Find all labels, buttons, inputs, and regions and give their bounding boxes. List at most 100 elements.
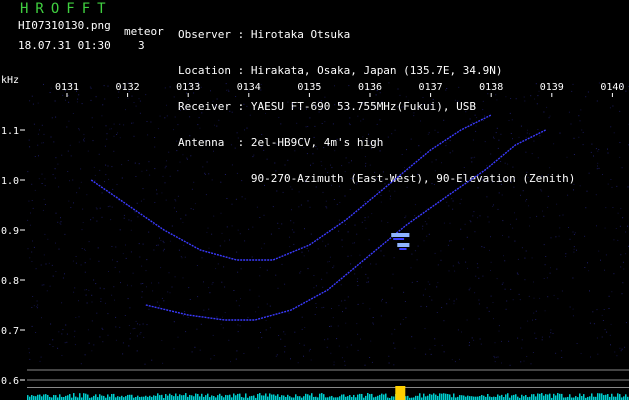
noise-pixel <box>555 352 557 354</box>
noise-pixel <box>46 290 48 292</box>
noise-pixel <box>468 289 470 291</box>
noise-pixel <box>136 335 138 337</box>
noise-pixel <box>203 281 204 283</box>
noise-pixel <box>292 103 293 105</box>
noise-pixel <box>344 299 346 301</box>
noise-pixel <box>52 174 54 175</box>
noise-pixel <box>298 107 300 109</box>
noise-pixel <box>393 364 395 366</box>
noise-pixel <box>616 355 618 357</box>
noise-pixel <box>371 361 373 363</box>
amplitude-bar <box>361 393 363 400</box>
noise-pixel <box>251 256 253 258</box>
noise-pixel <box>229 110 231 112</box>
noise-pixel <box>373 323 374 325</box>
noise-pixel <box>368 239 370 241</box>
amplitude-bar <box>469 396 471 400</box>
noise-pixel <box>104 181 105 183</box>
amplitude-bar <box>103 395 105 400</box>
noise-pixel <box>244 240 246 242</box>
noise-pixel <box>54 100 56 102</box>
amplitude-bar <box>623 396 625 400</box>
noise-pixel <box>64 273 65 275</box>
noise-pixel <box>175 200 177 202</box>
noise-pixel <box>307 268 309 270</box>
amplitude-bar <box>379 394 381 400</box>
amplitude-bar <box>393 396 395 400</box>
amplitude-bar <box>165 394 167 400</box>
noise-pixel <box>171 225 173 227</box>
noise-pixel <box>356 175 358 177</box>
noise-pixel <box>350 344 352 346</box>
amplitude-bar <box>439 393 441 400</box>
noise-pixel <box>64 233 66 235</box>
noise-pixel <box>315 303 317 304</box>
noise-pixel <box>365 227 367 229</box>
noise-pixel <box>134 162 136 164</box>
amplitude-bar <box>67 395 69 400</box>
noise-pixel <box>205 194 207 196</box>
noise-pixel <box>377 141 379 143</box>
noise-pixel <box>557 298 559 300</box>
noise-pixel <box>137 323 138 325</box>
noise-pixel <box>463 167 465 168</box>
noise-pixel <box>48 262 50 264</box>
noise-pixel <box>369 357 371 358</box>
noise-pixel <box>243 353 245 354</box>
noise-pixel <box>619 156 621 158</box>
noise-pixel <box>520 361 522 363</box>
amplitude-bar <box>543 395 545 400</box>
noise-pixel <box>418 145 420 147</box>
amplitude-bar <box>183 395 185 400</box>
noise-pixel <box>596 337 598 339</box>
noise-pixel <box>347 255 349 257</box>
noise-pixel <box>140 283 142 285</box>
noise-pixel <box>154 202 156 203</box>
noise-pixel <box>546 106 548 108</box>
noise-pixel <box>148 231 150 233</box>
noise-pixel <box>454 361 456 363</box>
y-tick-label: 0.6 <box>1 376 19 387</box>
noise-pixel <box>153 249 155 251</box>
amplitude-bar <box>419 393 421 400</box>
amplitude-bar <box>323 394 325 400</box>
amplitude-bar <box>65 395 67 400</box>
noise-pixel <box>548 117 550 119</box>
noise-pixel <box>422 294 424 296</box>
meteor-echo <box>391 233 410 237</box>
noise-pixel <box>61 154 63 156</box>
amplitude-bar <box>251 395 253 400</box>
noise-pixel <box>400 323 402 325</box>
noise-pixel <box>479 215 481 217</box>
amplitude-bar <box>131 394 133 400</box>
noise-pixel <box>470 157 472 159</box>
noise-pixel <box>43 133 45 135</box>
noise-pixel <box>74 330 76 332</box>
noise-pixel <box>556 268 558 270</box>
noise-pixel <box>96 312 98 314</box>
noise-pixel <box>301 316 303 318</box>
noise-pixel <box>287 159 289 161</box>
noise-pixel <box>497 356 499 358</box>
noise-pixel <box>49 92 51 93</box>
noise-pixel <box>57 163 59 165</box>
y-tick-label: 1.1 <box>1 126 19 137</box>
amplitude-bar <box>471 396 473 400</box>
noise-pixel <box>294 150 296 152</box>
noise-pixel <box>298 206 300 208</box>
noise-pixel <box>597 353 599 355</box>
amplitude-bar <box>87 394 89 400</box>
noise-pixel <box>478 318 480 320</box>
noise-pixel <box>330 325 332 327</box>
noise-pixel <box>509 364 511 366</box>
noise-pixel <box>484 141 486 143</box>
noise-pixel <box>80 168 82 170</box>
noise-pixel <box>619 142 621 143</box>
noise-pixel <box>569 238 571 240</box>
noise-pixel <box>327 261 329 263</box>
noise-pixel <box>275 274 277 276</box>
noise-pixel <box>44 233 46 235</box>
noise-pixel <box>211 179 213 181</box>
noise-pixel <box>68 101 70 103</box>
noise-pixel <box>243 103 245 105</box>
